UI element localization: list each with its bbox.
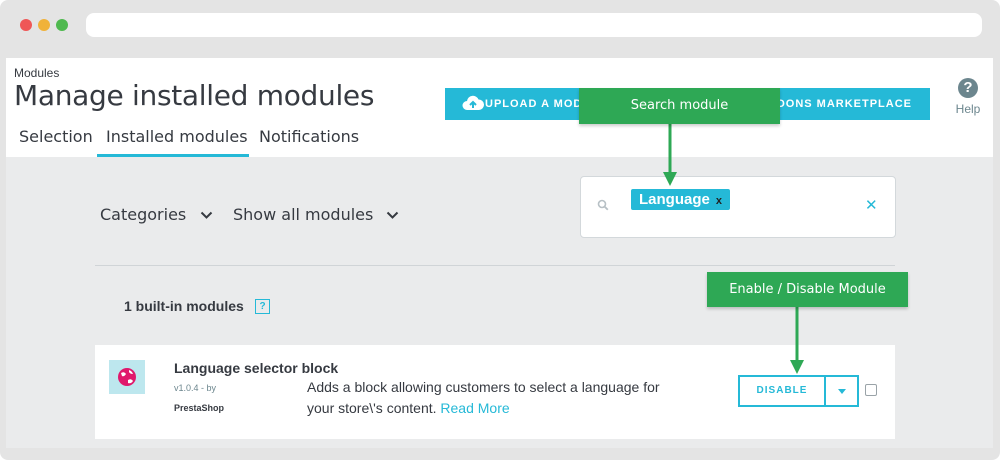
divider (95, 265, 895, 266)
addons-marketplace-button[interactable]: DDONS MARKETPLACE (766, 88, 930, 120)
caret-down-icon (838, 389, 846, 394)
read-more-link[interactable]: Read More (440, 400, 509, 416)
globe-icon (118, 368, 136, 386)
categories-dropdown[interactable]: Categories (100, 205, 186, 224)
module-search-input[interactable]: Language x ✕ (580, 176, 896, 238)
help-icon: ? (958, 78, 978, 98)
search-tag[interactable]: Language x (631, 189, 730, 210)
page-title: Manage installed modules (14, 79, 375, 112)
chevron-down-icon[interactable] (200, 211, 213, 220)
address-bar[interactable] (86, 13, 982, 37)
admin-page: Modules Manage installed modules UPLOAD … (6, 58, 993, 448)
module-name: Language selector block (174, 360, 339, 376)
cloud-upload-icon (462, 95, 484, 110)
search-icon (597, 199, 609, 211)
module-logo (109, 360, 145, 394)
help-label: Help (955, 102, 981, 116)
module-actions-dropdown[interactable] (824, 375, 859, 407)
tab-selection[interactable]: Selection (19, 127, 93, 146)
module-version: v1.0.4 - by (174, 383, 217, 393)
clear-search-icon[interactable]: ✕ (865, 196, 878, 214)
upload-module-label: UPLOAD A MOD (485, 98, 583, 110)
help-button[interactable]: ? Help (952, 78, 984, 116)
chevron-down-icon[interactable] (386, 211, 399, 220)
addons-marketplace-label: DDONS MARKETPLACE (767, 98, 912, 110)
search-tag-label: Language (639, 191, 710, 208)
status-filter-dropdown[interactable]: Show all modules (233, 205, 373, 224)
section-title: 1 built-in modules (124, 298, 244, 314)
module-select-checkbox[interactable] (865, 384, 877, 396)
search-annotation: Search module (579, 88, 780, 124)
close-window-dot[interactable] (20, 19, 32, 31)
tab-installed-modules[interactable]: Installed modules (106, 127, 248, 146)
module-card: Language selector block v1.0.4 - by Pres… (95, 345, 895, 439)
help-badge-icon[interactable]: ? (255, 299, 270, 314)
minimize-window-dot[interactable] (38, 19, 50, 31)
browser-window: Modules Manage installed modules UPLOAD … (0, 0, 1000, 460)
module-author: PrestaShop (174, 403, 225, 413)
module-description: Adds a block allowing customers to selec… (307, 377, 687, 419)
annotation-arrow-icon (663, 122, 677, 186)
annotation-arrow-icon (790, 306, 804, 374)
maximize-window-dot[interactable] (56, 19, 68, 31)
tab-notifications[interactable]: Notifications (259, 127, 359, 146)
disable-module-button[interactable]: DISABLE (738, 375, 826, 407)
enable-disable-annotation: Enable / Disable Module (707, 272, 908, 307)
remove-tag-icon[interactable]: x (716, 195, 722, 207)
breadcrumb[interactable]: Modules (14, 66, 59, 80)
